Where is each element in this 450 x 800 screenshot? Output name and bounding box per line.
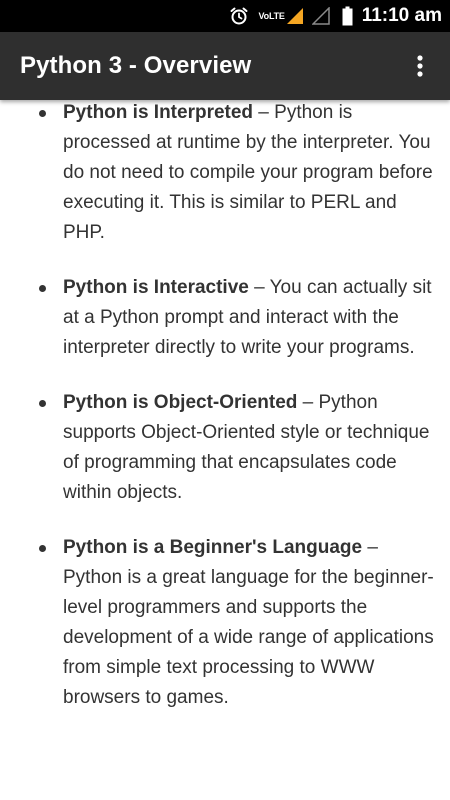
overflow-menu-button[interactable]	[408, 46, 432, 86]
list-item-term: Python is a Beginner's Language	[63, 537, 363, 558]
list-item-term: Python is Interactive	[63, 277, 249, 298]
volte-label: VoLTE	[258, 11, 285, 21]
signal-empty-icon	[311, 7, 330, 25]
battery-icon	[342, 6, 353, 26]
list-item: Python is Object-Oriented – Python suppo…	[0, 388, 450, 508]
more-vert-icon	[417, 55, 423, 77]
feature-list: Python is Interpreted – Python is proces…	[0, 100, 450, 713]
list-item-term: Python is Interpreted	[63, 102, 254, 123]
clock-time: 11:10 am	[361, 5, 442, 26]
list-item-description: – Python is a great language for the beg…	[63, 537, 434, 708]
content-area[interactable]: Python is Interpreted – Python is proces…	[0, 100, 450, 800]
bullet-icon	[39, 110, 46, 117]
page-title: Python 3 - Overview	[20, 52, 252, 79]
app-bar: Python 3 - Overview	[0, 32, 450, 100]
list-item: Python is a Beginner's Language – Python…	[0, 533, 450, 713]
alarm-clock-icon	[229, 6, 249, 26]
bullet-icon	[39, 400, 46, 407]
list-item: Python is Interpreted – Python is proces…	[0, 100, 450, 248]
signal-strength-icon	[286, 7, 304, 25]
list-item-term: Python is Object-Oriented	[63, 392, 298, 413]
status-bar: VoLTE 11:10 am	[0, 0, 450, 32]
list-item: Python is Interactive – You can actually…	[0, 273, 450, 363]
bullet-icon	[39, 285, 46, 292]
bullet-icon	[39, 545, 46, 552]
list-item-description: – Python is processed at runtime by the …	[63, 102, 433, 243]
